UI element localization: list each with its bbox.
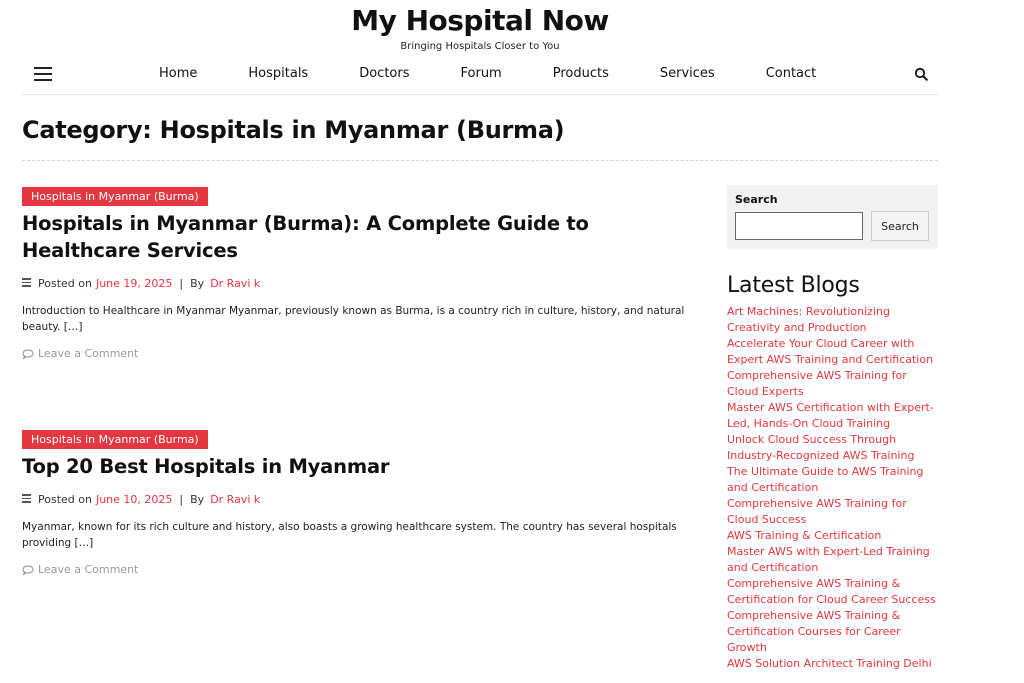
nav-item-contact[interactable]: Contact xyxy=(766,66,817,81)
comment-icon xyxy=(22,564,34,575)
search-widget: Search Search xyxy=(727,185,938,249)
blog-link[interactable]: Master AWS with Expert-Led Training and … xyxy=(727,544,938,576)
post-meta: Posted on June 10, 2025 | By Dr Ravi k xyxy=(22,493,702,506)
search-icon[interactable] xyxy=(914,67,928,81)
post-excerpt: Myanmar, known for its rich culture and … xyxy=(22,521,677,549)
post-meta: Posted on June 19, 2025 | By Dr Ravi k xyxy=(22,277,702,290)
list-icon xyxy=(22,494,31,505)
nav-item-forum[interactable]: Forum xyxy=(461,66,502,81)
post-title[interactable]: Hospitals in Myanmar (Burma): A Complete… xyxy=(22,210,702,264)
search-input[interactable] xyxy=(735,212,863,240)
main-navigation: Home Hospitals Doctors Forum Products Se… xyxy=(22,62,938,95)
site-title[interactable]: My Hospital Now xyxy=(0,4,960,37)
post-title[interactable]: Top 20 Best Hospitals in Myanmar xyxy=(22,453,702,480)
nav-item-products[interactable]: Products xyxy=(553,66,609,81)
posted-on-label: Posted on xyxy=(38,493,92,506)
blog-link[interactable]: AWS Training & Certification xyxy=(727,528,938,544)
meta-separator: | xyxy=(179,493,184,506)
post-article: Hospitals in Myanmar (Burma) Top 20 Best… xyxy=(22,428,702,576)
nav-item-hospitals[interactable]: Hospitals xyxy=(248,66,308,81)
category-badge[interactable]: Hospitals in Myanmar (Burma) xyxy=(22,430,208,449)
by-label: By xyxy=(190,493,205,506)
posted-on-label: Posted on xyxy=(38,277,92,290)
blog-link[interactable]: Unlock Cloud Success Through Industry-Re… xyxy=(727,432,938,464)
author-link[interactable]: Dr Ravi k xyxy=(210,277,260,290)
blog-link[interactable]: Accelerate Your Cloud Career with Expert… xyxy=(727,336,938,368)
post-article: Hospitals in Myanmar (Burma) Hospitals i… xyxy=(22,185,702,360)
search-label: Search xyxy=(735,193,778,206)
meta-separator: | xyxy=(179,277,184,290)
latest-blogs-heading: Latest Blogs xyxy=(727,273,860,298)
sidebar: Search Search Latest Blogs Art Machines:… xyxy=(727,185,938,672)
blog-link[interactable]: Comprehensive AWS Training & Certificati… xyxy=(727,576,938,608)
nav-item-doctors[interactable]: Doctors xyxy=(359,66,409,81)
leave-comment-link[interactable]: Leave a Comment xyxy=(22,347,702,360)
by-label: By xyxy=(190,277,205,290)
post-excerpt: Introduction to Healthcare in Myanmar My… xyxy=(22,305,685,333)
blog-link[interactable]: Comprehensive AWS Training for Cloud Exp… xyxy=(727,368,938,400)
search-button[interactable]: Search xyxy=(871,211,929,241)
leave-comment-label: Leave a Comment xyxy=(38,563,139,576)
nav-item-home[interactable]: Home xyxy=(159,66,197,81)
blog-link[interactable]: Master AWS Certification with Expert-Led… xyxy=(727,400,938,432)
site-header: My Hospital Now Bringing Hospitals Close… xyxy=(0,0,1024,95)
leave-comment-link[interactable]: Leave a Comment xyxy=(22,563,702,576)
author-link[interactable]: Dr Ravi k xyxy=(210,493,260,506)
list-icon xyxy=(22,278,31,289)
blog-link[interactable]: Comprehensive AWS Training for Cloud Suc… xyxy=(727,496,938,528)
post-date-link[interactable]: June 19, 2025 xyxy=(96,277,172,290)
nav-item-services[interactable]: Services xyxy=(660,66,715,81)
post-date-link[interactable]: June 10, 2025 xyxy=(96,493,172,506)
title-divider xyxy=(22,160,938,161)
site-tagline: Bringing Hospitals Closer to You xyxy=(400,41,560,52)
blog-link[interactable]: Art Machines: Revolutionizing Creativity… xyxy=(727,304,938,336)
hamburger-icon[interactable] xyxy=(34,67,52,81)
blog-link[interactable]: Comprehensive AWS Training & Certificati… xyxy=(727,608,938,656)
latest-blogs-list: Art Machines: Revolutionizing Creativity… xyxy=(727,304,938,672)
category-badge[interactable]: Hospitals in Myanmar (Burma) xyxy=(22,187,208,206)
nav-menu: Home Hospitals Doctors Forum Products Se… xyxy=(159,66,816,81)
page-title: Category: Hospitals in Myanmar (Burma) xyxy=(22,116,565,144)
leave-comment-label: Leave a Comment xyxy=(38,347,139,360)
blog-link[interactable]: AWS Solution Architect Training Delhi xyxy=(727,656,938,672)
blog-link[interactable]: The Ultimate Guide to AWS Training and C… xyxy=(727,464,938,496)
comment-icon xyxy=(22,348,34,359)
